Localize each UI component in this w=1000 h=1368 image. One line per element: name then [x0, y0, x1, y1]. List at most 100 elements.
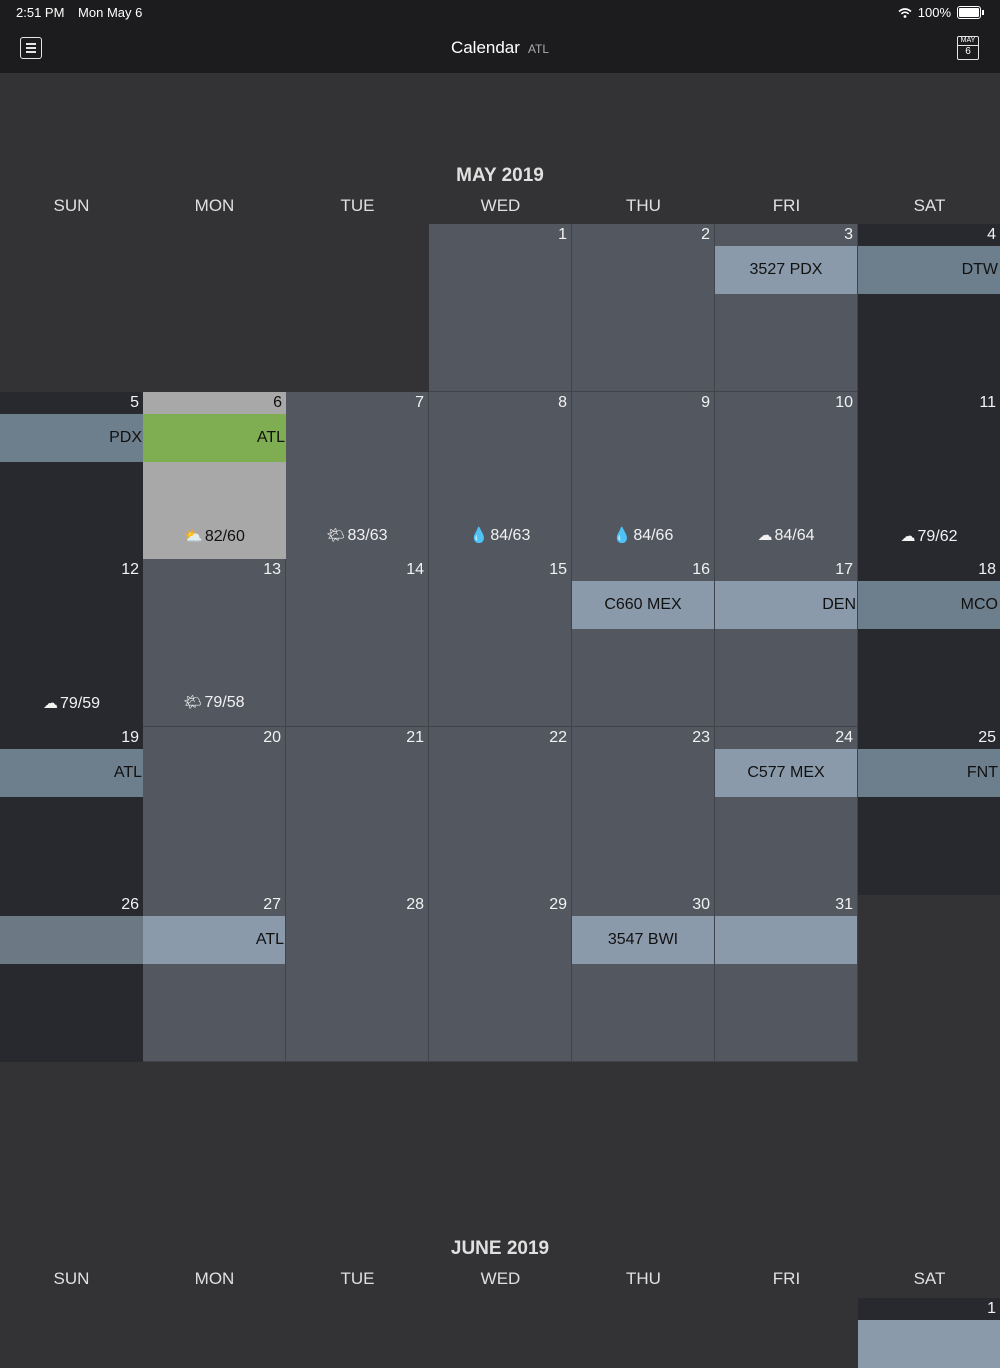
event-bar[interactable]: C660 MEX: [572, 581, 714, 629]
event-bar[interactable]: DEN: [715, 581, 857, 629]
event-bar[interactable]: [858, 1320, 1000, 1368]
temperature: 84/63: [490, 527, 531, 544]
day-cell[interactable]: 30 3547 BWI: [572, 894, 715, 1062]
event-bar[interactable]: ATL: [143, 414, 286, 462]
day-cell[interactable]: 13 🌤 79/58: [143, 559, 286, 727]
day-cell[interactable]: 16 C660 MEX: [572, 559, 715, 727]
day-cell[interactable]: 20: [143, 727, 286, 895]
day-number: 24: [835, 729, 853, 746]
temperature: 79/62: [917, 528, 958, 545]
day-cell[interactable]: 2: [572, 224, 715, 392]
event-bar[interactable]: C577 MEX: [715, 749, 857, 797]
day-cell[interactable]: 22: [429, 727, 572, 895]
day-cell[interactable]: 28: [286, 894, 429, 1062]
weekday-header: MON: [194, 196, 235, 215]
day-cell[interactable]: 7 🌤 83/63: [286, 392, 429, 560]
weekday-header: WED: [480, 196, 521, 215]
day-cell[interactable]: 17 DEN: [715, 559, 858, 727]
day-cell[interactable]: 4 DTW: [858, 224, 1000, 392]
weather-forecast: ☁ 84/64: [715, 526, 857, 545]
day-cell[interactable]: 1: [429, 224, 572, 392]
weekday-header: SUN: [53, 1269, 90, 1288]
day-number: 22: [549, 729, 567, 746]
day-number: 25: [978, 729, 996, 746]
day-number: 31: [835, 896, 853, 913]
day-cell[interactable]: 5 PDX: [0, 392, 143, 560]
day-number: 20: [263, 729, 281, 746]
day-cell[interactable]: 14: [286, 559, 429, 727]
day-number: 28: [406, 896, 424, 913]
battery-percent: 100%: [917, 5, 951, 20]
weekday-header: FRI: [772, 196, 801, 215]
day-number: 18: [978, 561, 996, 578]
battery-icon: [957, 6, 981, 19]
day-cell[interactable]: 12 ☁ 79/59: [0, 559, 143, 727]
event-bar[interactable]: DTW: [858, 246, 1000, 294]
day-cell[interactable]: 18 MCO: [858, 559, 1000, 727]
event-bar[interactable]: PDX: [0, 414, 143, 462]
today-calendar-icon[interactable]: MAY 6: [957, 36, 979, 60]
day-cell[interactable]: 11 ☁ 79/62: [858, 392, 1000, 560]
day-number: 3: [844, 226, 853, 243]
day-cell[interactable]: 24 C577 MEX: [715, 727, 858, 895]
rain-drop-icon: 💧: [469, 527, 489, 544]
day-number: 16: [692, 561, 710, 578]
day-cell[interactable]: 19 ATL: [0, 727, 143, 895]
weekday-header: TUE: [340, 1269, 375, 1288]
day-number: 8: [558, 394, 567, 411]
day-cell[interactable]: 10 ☁ 84/64: [715, 392, 858, 560]
day-cell[interactable]: 3 3527 PDX: [715, 224, 858, 392]
nav-bar: Calendar ATL MAY 6: [0, 24, 1000, 73]
day-cell[interactable]: 1: [858, 1298, 1000, 1368]
weather-forecast: ⛅ 82/60: [143, 527, 286, 546]
day-cell[interactable]: 31: [715, 894, 858, 1062]
event-bar[interactable]: 3547 BWI: [572, 916, 714, 964]
day-cell[interactable]: 25 FNT: [858, 727, 1000, 895]
rain-drop-icon: 💧: [612, 527, 632, 544]
day-number: 23: [692, 729, 710, 746]
day-cell[interactable]: 29: [429, 894, 572, 1062]
event-bar[interactable]: [0, 916, 143, 964]
weather-forecast: 🌤 83/63: [286, 526, 428, 545]
day-cell[interactable]: 21: [286, 727, 429, 895]
day-cell[interactable]: 15: [429, 559, 572, 727]
cloudy-icon: ☁: [900, 528, 916, 545]
event-bar[interactable]: FNT: [858, 749, 1000, 797]
event-bar[interactable]: 3527 PDX: [715, 246, 857, 294]
day-cell[interactable]: 6 ATL ⛅ 82/60: [143, 392, 286, 560]
partly-cloudy-icon: ⛅: [184, 528, 203, 545]
event-bar[interactable]: [715, 916, 857, 964]
day-number: 10: [835, 394, 853, 411]
weekday-header: THU: [626, 196, 661, 215]
event-bar[interactable]: ATL: [143, 916, 285, 964]
wifi-icon: [898, 7, 912, 18]
weekday-header: MON: [194, 1269, 235, 1288]
temperature: 82/60: [204, 528, 245, 545]
event-bar[interactable]: ATL: [0, 749, 143, 797]
day-number: 7: [415, 394, 424, 411]
weekday-header: FRI: [772, 1269, 801, 1288]
day-number: 1: [558, 226, 567, 243]
today-icon-month: MAY: [958, 37, 978, 46]
day-number: 15: [549, 561, 567, 578]
weekday-header: TUE: [340, 196, 375, 215]
sunny-icon: 🌤: [326, 527, 346, 544]
weekday-header: SUN: [53, 196, 90, 215]
today-icon-day: 6: [965, 46, 971, 57]
month-title: JUNE 2019: [450, 1238, 550, 1259]
weekday-header: SAT: [913, 196, 946, 215]
day-cell[interactable]: 9 💧 84/66: [572, 392, 715, 560]
day-cell[interactable]: 27 ATL: [143, 894, 286, 1062]
day-cell[interactable]: 23: [572, 727, 715, 895]
day-cell[interactable]: 8 💧 84/63: [429, 392, 572, 560]
day-number: 26: [121, 896, 139, 913]
weekday-header: WED: [480, 1269, 521, 1288]
day-number: 9: [701, 394, 710, 411]
title-text: Calendar: [450, 38, 520, 57]
day-number: 27: [263, 896, 281, 913]
weather-forecast: 💧 84/63: [429, 526, 571, 545]
event-bar[interactable]: MCO: [858, 581, 1000, 629]
day-cell[interactable]: 26: [0, 894, 143, 1062]
weekday-header: SAT: [913, 1269, 946, 1288]
day-number: 29: [549, 896, 567, 913]
